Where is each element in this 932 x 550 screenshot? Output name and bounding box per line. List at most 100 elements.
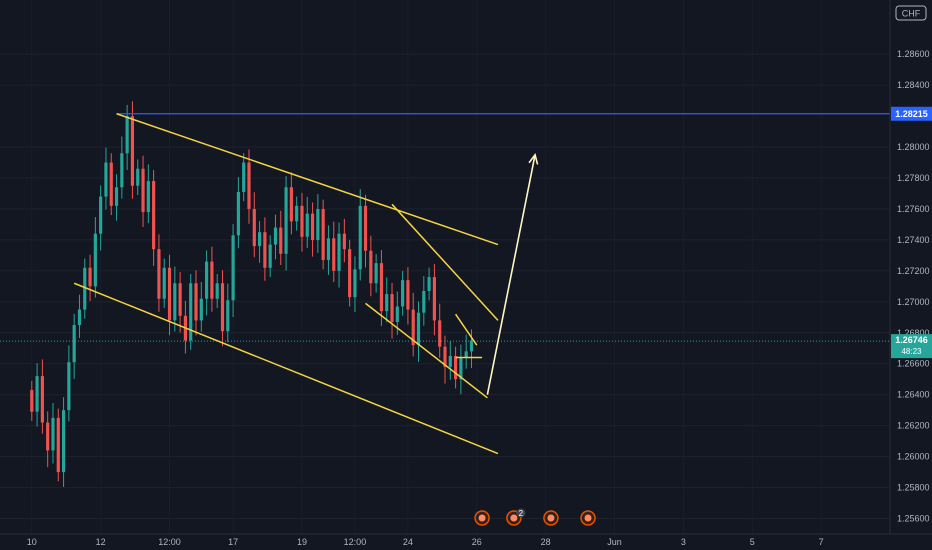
resistance-price-label: 1.28215 [891,106,932,121]
candle-body [358,205,362,270]
candle-body [332,238,336,271]
candle-body [205,261,209,299]
price-tick-label: 1.27400 [897,235,930,245]
time-tick-label: 24 [403,537,413,547]
candle-body [369,250,373,284]
economic-event-icon[interactable] [474,510,490,526]
economic-event-icon[interactable] [543,510,559,526]
candle-body [406,280,410,310]
candle-body [146,181,150,213]
candle-body [300,205,304,237]
candle-body [173,283,177,321]
candle-body [178,283,182,316]
price-tick-label: 1.26400 [897,390,930,400]
economic-event-icon[interactable]: 2 [506,508,526,526]
candle-body [469,340,474,352]
price-tick-label: 1.25600 [897,514,930,524]
candles [30,101,474,487]
candle-body [427,277,431,291]
candle-body [189,283,193,341]
candle-body [326,238,331,261]
candle-body [141,168,145,213]
candle-body [252,208,256,247]
time-tick-label: 12:00 [158,537,181,547]
candle-body [162,267,166,299]
candle-body [114,187,119,206]
candle-body [438,320,442,347]
candle-body [46,422,50,451]
current-price-text: 1.26746 [895,335,928,345]
candle-body [125,116,129,154]
candle-body [136,168,140,186]
candle-body [247,162,251,209]
projection-arrow[interactable] [486,154,536,395]
candle-body [210,261,214,299]
candle-body [109,162,113,206]
currency-badge[interactable]: CHF [895,5,927,21]
time-tick-label: 5 [750,537,755,547]
event-count-badge: 2 [519,509,524,518]
candle-body [77,309,82,326]
candle-body [295,205,299,222]
candle-body [35,376,39,412]
candle-body [395,306,399,322]
candle-body [194,283,198,321]
price-tick-label: 1.27800 [897,173,930,183]
time-tick-label: 28 [541,537,551,547]
candle-body [56,417,60,473]
candle-body [416,312,421,346]
price-chart[interactable]: 2 1.25600 1.25800 1.26000 1.26200 1.26400 1.2… [0,0,932,550]
price-tick-label: 1.27600 [897,204,930,214]
time-tick-label: 17 [228,537,238,547]
trendline-wedge-lower[interactable] [365,302,488,399]
economic-event-icon[interactable] [580,510,596,526]
candle-body [422,290,426,313]
candle-body [167,267,172,321]
candle-body [93,233,97,287]
candle-body [379,263,384,312]
candle-body [220,283,225,332]
candle-body [226,300,230,332]
candle-body [88,267,92,287]
candle-body [310,213,315,240]
event-markers[interactable]: 2 [474,508,596,526]
candle-body [236,191,240,236]
time-tick-label: 12 [96,537,106,547]
candle-body [152,181,156,250]
currency-badge-text: CHF [902,9,921,19]
candle-body [273,227,278,245]
candle-body [40,376,44,423]
candle-body [464,351,468,358]
current-price-label: 1.26746 48:23 [891,334,932,359]
candle-body [353,269,357,298]
time-tick-label: 7 [819,537,824,547]
candle-body [390,294,394,322]
candle-body [385,294,389,312]
candle-body [363,205,368,251]
candle-body [215,283,219,299]
candle-body [67,362,71,411]
price-tick-label: 1.26000 [897,452,930,462]
time-tick-label: Jun [607,537,622,547]
candle-body [348,249,352,298]
time-tick-label: 10 [27,537,37,547]
candle-body [374,263,378,284]
candle-body [263,232,267,268]
candle-body [231,235,235,301]
candle-body [130,116,135,186]
price-tick-label: 1.27000 [897,297,930,307]
candle-body [305,213,309,237]
candle-body [316,208,320,240]
candle-body [199,298,203,321]
candle-body [51,417,55,451]
candle-body [72,325,76,363]
price-tick-label: 1.28000 [897,142,930,152]
candle-body [157,249,161,299]
candle-body [454,356,458,380]
time-tick-label: 26 [472,537,482,547]
time-axis[interactable] [0,534,932,550]
price-tick-label: 1.28400 [897,80,930,90]
candle-body [120,153,124,188]
price-tick-label: 1.28600 [897,49,930,59]
candle-body [104,162,108,197]
